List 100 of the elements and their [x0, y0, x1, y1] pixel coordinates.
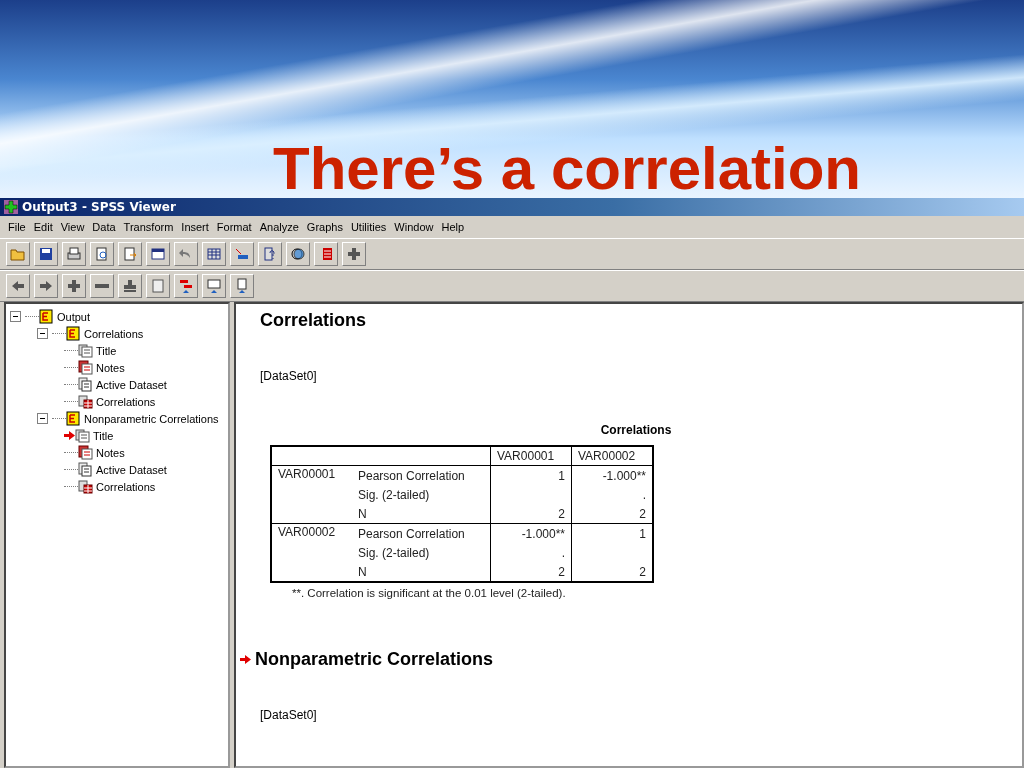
save-icon [38, 246, 54, 262]
export-icon [122, 246, 138, 262]
arrow-icon [240, 655, 251, 664]
left-arrow-icon [10, 278, 26, 294]
output-heading: Correlations [260, 310, 367, 331]
column-header: VAR00001 [490, 446, 572, 466]
print-icon [66, 246, 82, 262]
arrow-icon [64, 431, 75, 440]
grid-icon [206, 246, 222, 262]
notes-icon [78, 445, 93, 460]
toolbar-button[interactable] [146, 242, 170, 266]
document-icon [234, 278, 250, 294]
collapse-toggle[interactable] [37, 413, 48, 424]
window-icon [150, 246, 166, 262]
menu-item[interactable]: Graphs [302, 221, 347, 233]
notes-icon [78, 360, 93, 375]
toolbar-button[interactable] [286, 242, 310, 266]
table-cell: 2 [558, 506, 565, 521]
toolbar-button[interactable] [62, 274, 86, 298]
row-label: Pearson Correlation [358, 526, 465, 541]
book-icon [39, 309, 54, 324]
row-label: Pearson Correlation [358, 468, 465, 483]
tree-item[interactable]: Notes [96, 361, 125, 374]
table-icon [78, 479, 93, 494]
app-icon [4, 200, 18, 214]
tree-item[interactable]: Title [93, 429, 114, 442]
menu-item[interactable]: Utilities [346, 221, 391, 233]
menu-item[interactable]: Data [88, 221, 120, 233]
toolbar-button[interactable] [230, 242, 254, 266]
dataset-label: [DataSet0] [260, 369, 318, 383]
tree-item[interactable]: Nonparametric Correlations [84, 412, 219, 425]
toolbar-button[interactable] [174, 274, 198, 298]
table-footnote: **. Correlation is significant at the 0.01 level (2-tailed). [292, 587, 566, 599]
toolbar-button[interactable] [342, 242, 366, 266]
table-title: Correlations [599, 423, 673, 437]
right-arrow-icon [38, 278, 54, 294]
table-cell: . [561, 545, 565, 560]
slide-title: There’s a correlation [273, 136, 861, 202]
folder-icon [10, 246, 26, 262]
toolbar-button[interactable] [90, 274, 114, 298]
tree-item[interactable]: Output [57, 310, 91, 323]
row-header: VAR00001 [278, 467, 336, 481]
menu-item[interactable]: Format [212, 221, 256, 233]
document-icon [78, 377, 93, 392]
toolbar-button[interactable] [258, 242, 282, 266]
menu-item[interactable]: Edit [29, 221, 57, 233]
tree-icon [178, 278, 194, 294]
toolbar-button[interactable] [202, 242, 226, 266]
toolbar-button[interactable] [90, 242, 114, 266]
tree-item[interactable]: Correlations [84, 327, 144, 340]
tree-item[interactable]: Correlations [96, 480, 156, 493]
plus-icon [66, 278, 82, 294]
page-icon [78, 343, 93, 358]
table-cell: -1.000** [602, 468, 646, 483]
table-icon [78, 394, 93, 409]
menu-item[interactable]: Transform [119, 221, 178, 233]
stamp-icon [122, 278, 138, 294]
menu-item[interactable]: View [56, 221, 89, 233]
row-label: Sig. (2-tailed) [358, 487, 430, 502]
monitor-icon [206, 278, 222, 294]
row-header: VAR00002 [278, 525, 336, 539]
page-icon [75, 428, 90, 443]
print-preview-icon [94, 246, 110, 262]
menu-item[interactable]: Insert [177, 221, 213, 233]
row-label: N [358, 564, 367, 579]
dataset-label: [DataSet0] [260, 708, 318, 722]
chart-icon [234, 246, 250, 262]
frame-icon [150, 278, 166, 294]
table-cell: 2 [558, 564, 565, 579]
output-heading: Nonparametric Correlations [255, 649, 494, 670]
menu-item[interactable]: Window [390, 221, 438, 233]
collapse-toggle[interactable] [10, 311, 21, 322]
tree-item[interactable]: Active Dataset [96, 378, 167, 391]
tree-item[interactable]: Correlations [96, 395, 156, 408]
collapse-toggle[interactable] [37, 328, 48, 339]
menu-item[interactable]: Help [437, 221, 469, 233]
toolbar-button[interactable] [34, 274, 58, 298]
document-icon [78, 462, 93, 477]
plus-icon [346, 246, 362, 262]
row-label: N [358, 506, 367, 521]
tree-item[interactable]: Active Dataset [96, 463, 167, 476]
toolbar-button[interactable] [118, 274, 142, 298]
toolbar-button[interactable] [314, 242, 338, 266]
menu-item[interactable]: File [4, 221, 30, 233]
table-cell: 2 [639, 506, 646, 521]
table-cell: 1 [558, 468, 565, 483]
table-cell: 2 [639, 564, 646, 579]
tree-item[interactable]: Title [96, 344, 117, 357]
book-icon [66, 411, 81, 426]
row-label: Sig. (2-tailed) [358, 545, 430, 560]
menu-item[interactable]: Analyze [255, 221, 303, 233]
book-icon [66, 326, 81, 341]
tree-item[interactable]: Notes [96, 446, 125, 459]
toolbar-button[interactable] [6, 274, 30, 298]
toolbar-button[interactable] [34, 242, 58, 266]
table-cell: 1 [639, 526, 646, 541]
table-cell: . [642, 487, 646, 502]
table-cell: -1.000** [521, 526, 565, 541]
minus-icon [95, 284, 109, 288]
window-title: Output3 - SPSS Viewer [22, 200, 176, 214]
